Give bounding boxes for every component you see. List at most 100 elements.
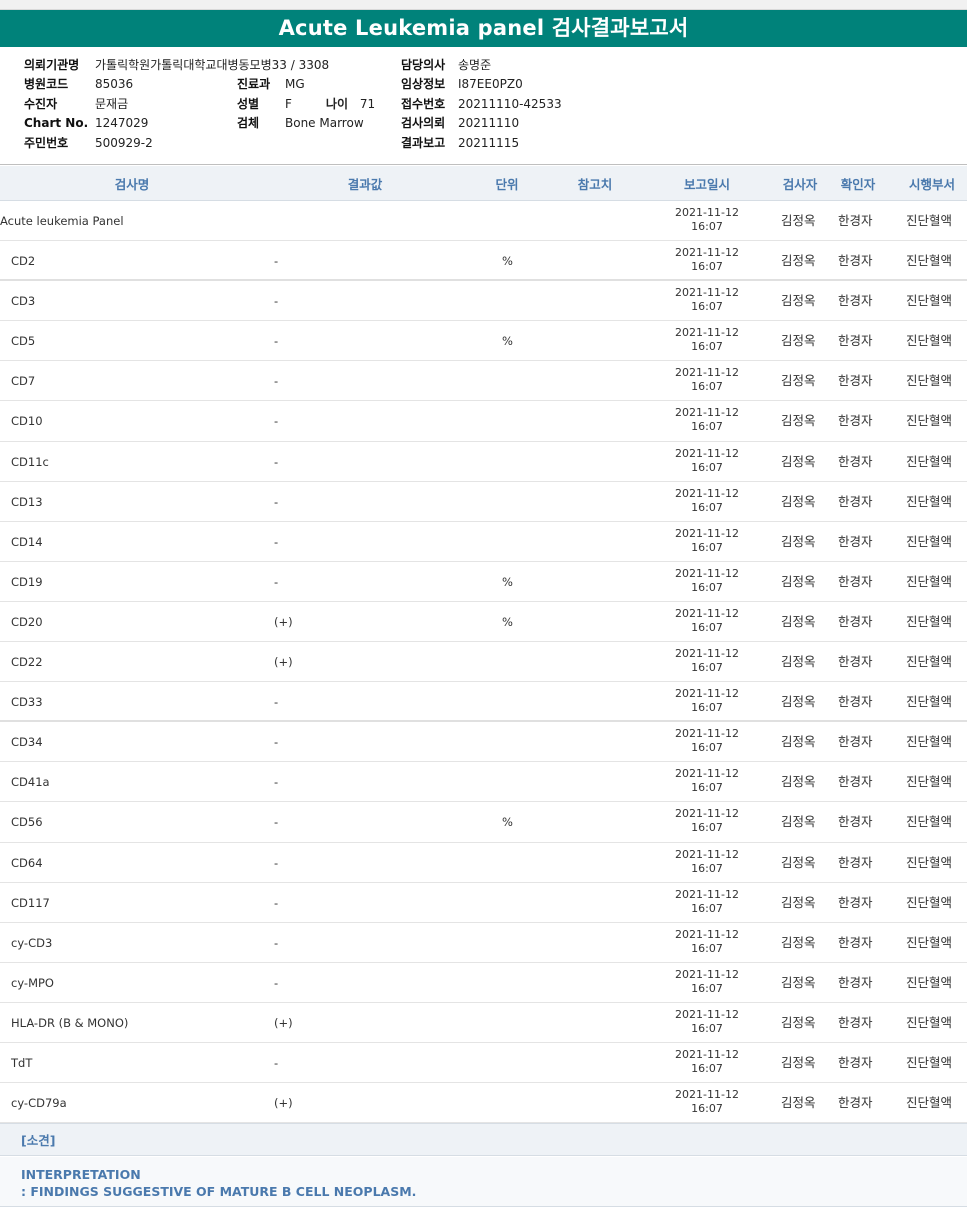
info-value: 500929-2 — [95, 135, 153, 150]
cell-report-time: 2021-11-12 16:07 — [667, 687, 747, 717]
cell-dept: 진단혈액 — [906, 373, 953, 389]
info-label: 수진자 — [24, 96, 58, 111]
cell-report-clock: 16:07 — [691, 661, 723, 675]
cell-report-clock: 16:07 — [691, 340, 723, 354]
cell-tester: 김정옥 — [781, 413, 816, 429]
cell-test-name: CD34 — [11, 735, 43, 750]
cell-report-time: 2021-11-12 16:07 — [667, 406, 747, 436]
table-row: CD64 - 2021-11-12 16:07 김정옥 한경자 진단혈액 — [0, 843, 967, 883]
cell-report-date: 2021-11-12 — [675, 566, 739, 580]
cell-report-date: 2021-11-12 — [675, 326, 739, 340]
cell-confirmer: 한경자 — [838, 573, 873, 589]
cell-tester: 김정옥 — [781, 533, 816, 549]
info-request: 검사의뢰 20211110 — [401, 114, 562, 133]
cell-test-name: cy-CD3 — [11, 935, 53, 950]
cell-unit: % — [502, 574, 513, 589]
table-row: CD13 - 2021-11-12 16:07 김정옥 한경자 진단혈액 — [0, 482, 967, 522]
cell-result: (+) — [274, 1096, 293, 1111]
cell-report-clock: 16:07 — [691, 821, 723, 835]
cell-confirmer: 한경자 — [838, 333, 873, 349]
info-clinical: 임상정보 I87EE0PZ0 — [401, 75, 562, 94]
cell-result: - — [274, 855, 279, 870]
cell-confirmer: 한경자 — [838, 774, 873, 790]
cell-tester: 김정옥 — [781, 1095, 816, 1111]
header-result: 결과값 — [347, 177, 383, 192]
cell-result: - — [274, 374, 279, 389]
cell-confirmer: 한경자 — [838, 253, 873, 269]
info-value: 문재금 — [95, 96, 129, 111]
cell-report-date: 2021-11-12 — [675, 927, 739, 941]
cell-report-clock: 16:07 — [691, 420, 723, 434]
cell-result: - — [274, 334, 279, 349]
cell-test-name: CD14 — [11, 534, 43, 549]
cell-tester: 김정옥 — [781, 253, 816, 269]
info-value: F — [285, 96, 292, 111]
table-row: cy-CD79a (+) 2021-11-12 16:07 김정옥 한경자 진단혈액 — [0, 1083, 967, 1124]
info-label: 접수번호 — [401, 96, 446, 111]
cell-test-name: CD5 — [11, 334, 36, 349]
cell-report-clock: 16:07 — [691, 981, 723, 995]
cell-test-name: CD56 — [11, 815, 43, 830]
info-value: 20211110 — [458, 116, 520, 131]
table-row: CD34 - 2021-11-12 16:07 김정옥 한경자 진단혈액 — [0, 722, 967, 763]
cell-result: - — [274, 775, 279, 790]
cell-report-date: 2021-11-12 — [675, 526, 739, 540]
cell-unit: % — [502, 334, 513, 349]
cell-result: - — [274, 454, 279, 469]
info-label: 성별 — [237, 96, 260, 111]
info-value: I87EE0PZ0 — [458, 77, 523, 92]
cell-test-name: CD22 — [11, 655, 43, 670]
info-value: Bone Marrow — [285, 116, 364, 131]
cell-tester: 김정옥 — [781, 333, 816, 349]
header-unit: 단위 — [495, 177, 519, 192]
header-tester: 검사자 — [782, 177, 818, 192]
cell-confirmer: 한경자 — [838, 934, 873, 950]
cell-tester: 김정옥 — [781, 654, 816, 670]
info-resident-no: 주민번호 500929-2 — [24, 134, 329, 153]
report-title: Acute Leukemia panel 검사결과보고서 — [0, 10, 967, 47]
cell-dept: 진단혈액 — [906, 1014, 953, 1030]
cell-report-time: 2021-11-12 16:07 — [667, 206, 747, 236]
cell-unit: % — [502, 815, 513, 830]
cell-report-clock: 16:07 — [691, 1061, 723, 1075]
table-row: CD5 -% 2021-11-12 16:07 김정옥 한경자 진단혈액 — [0, 321, 967, 362]
cell-tester: 김정옥 — [781, 613, 816, 629]
header-dept: 시행부서 — [908, 177, 955, 192]
cell-report-time: 2021-11-12 16:07 — [667, 487, 747, 517]
cell-tester: 김정옥 — [781, 854, 816, 870]
results-table-body: Acute leukemia Panel 2021-11-12 16:07 김정옥 한경… — [0, 201, 967, 1124]
cell-dept: 진단혈액 — [906, 814, 953, 830]
info-label: 의뢰기관명 — [24, 58, 80, 72]
cell-tester: 김정옥 — [781, 453, 816, 469]
cell-test-name: CD20 — [11, 614, 43, 629]
cell-report-time: 2021-11-12 16:07 — [667, 767, 747, 797]
cell-tester: 김정옥 — [781, 573, 816, 589]
cell-result: (+) — [274, 614, 293, 629]
cell-confirmer: 한경자 — [838, 734, 873, 750]
cell-report-time: 2021-11-12 16:07 — [667, 968, 747, 998]
header-reference: 참고치 — [577, 177, 613, 192]
cell-test-name: CD13 — [11, 494, 43, 509]
cell-dept: 진단혈액 — [906, 894, 953, 910]
table-row: CD117 - 2021-11-12 16:07 김정옥 한경자 진단혈액 — [0, 883, 967, 923]
cell-tester: 김정옥 — [781, 734, 816, 750]
cell-test-name: CD117 — [11, 895, 50, 910]
top-strip — [0, 0, 967, 10]
info-report: 결과보고 20211115 — [401, 134, 562, 153]
table-row: CD20 (+)% 2021-11-12 16:07 김정옥 한경자 진단혈액 — [0, 602, 967, 643]
patient-info-panel: 의뢰기관명 가톨릭학원가톨릭대학교대병동모병33 / 3308 병원코드 85036… — [0, 47, 967, 165]
cell-report-time: 2021-11-12 16:07 — [667, 1048, 747, 1078]
cell-result: - — [274, 1055, 279, 1070]
cell-confirmer: 한경자 — [838, 894, 873, 910]
table-row: CD3 - 2021-11-12 16:07 김정옥 한경자 진단혈액 — [0, 281, 967, 322]
cell-report-clock: 16:07 — [691, 901, 723, 915]
cell-report-clock: 16:07 — [691, 701, 723, 715]
cell-test-name: CD11c — [11, 454, 49, 469]
cell-report-time: 2021-11-12 16:07 — [667, 848, 747, 878]
cell-report-clock: 16:07 — [691, 260, 723, 274]
cell-tester: 김정옥 — [781, 293, 816, 309]
cell-report-time: 2021-11-12 16:07 — [667, 928, 747, 958]
cell-report-time: 2021-11-12 16:07 — [667, 888, 747, 918]
table-row: CD7 - 2021-11-12 16:07 김정옥 한경자 진단혈액 — [0, 361, 967, 402]
